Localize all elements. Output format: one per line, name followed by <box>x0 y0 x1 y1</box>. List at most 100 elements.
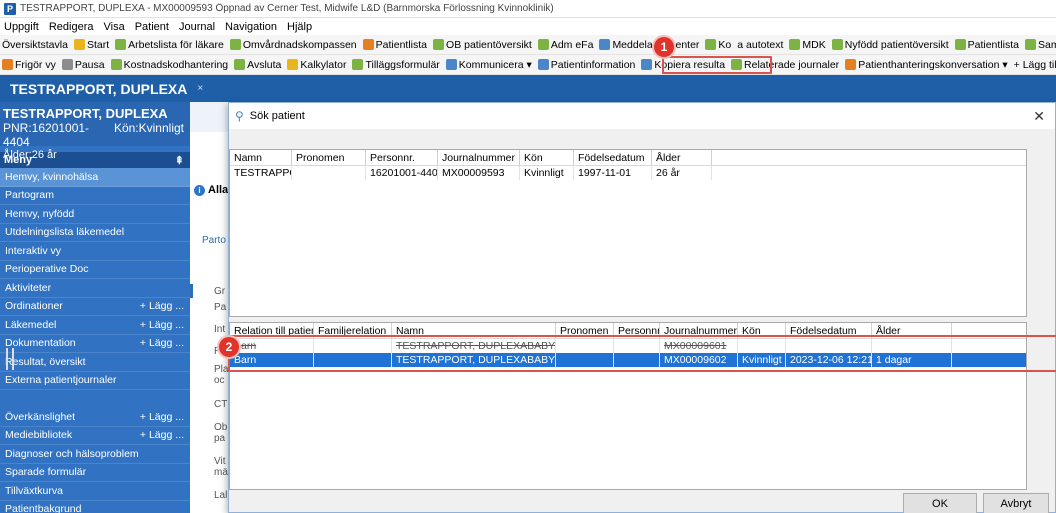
resize-grip-icon[interactable] <box>6 348 14 370</box>
sidebar-item-label: Läkemedel <box>5 318 57 331</box>
column-header[interactable]: Födelsedatum <box>574 150 652 165</box>
add-link[interactable]: + Lägg ... <box>140 300 184 312</box>
toolbar2-item-4[interactable]: Kalkylator <box>287 59 346 71</box>
column-header[interactable]: Namn <box>230 150 292 165</box>
sidebar-item[interactable]: Dokumentation + Lägg ... <box>0 335 190 353</box>
table-row[interactable]: Barn TESTRAPPORT, DUPLEXABABYA MX00009601 <box>230 339 1026 353</box>
toolbar2-item-10[interactable]: Patienthanteringskonversation ▾ <box>845 58 1008 71</box>
sidebar-item-label: Mediebibliotek <box>5 429 73 442</box>
workarea-snippet: pa <box>214 433 226 444</box>
toolbar2-item-1[interactable]: Pausa <box>61 59 105 71</box>
toolbar1-item-8[interactable]: Ko <box>705 39 731 51</box>
column-header[interactable]: Personnr. <box>614 323 660 338</box>
column-header[interactable]: Födelsedatum <box>786 323 872 338</box>
related-journals-grid: Relation till patient Familjerelation Namn… <box>228 322 1056 490</box>
toolbar2-item-0[interactable]: Frigör vy <box>2 59 56 71</box>
toolbar1-item-4[interactable]: Patientlista <box>362 39 427 51</box>
sidebar-item[interactable]: Externa patientjournaler <box>0 372 190 390</box>
table-cell <box>786 339 872 353</box>
menu-6[interactable]: Hjälp <box>287 21 312 33</box>
toolbar1-item-10[interactable]: MDK <box>789 39 826 51</box>
sidebar-item-label: Resultat, översikt <box>5 355 86 368</box>
toolbar1-item-7[interactable]: Meddelandecenter <box>599 39 699 51</box>
ok-button[interactable]: OK <box>903 493 977 513</box>
toolbar1-item-12[interactable]: Patientlista <box>954 39 1019 51</box>
sidebar-item[interactable]: Hemvy, nyfödd <box>0 205 190 224</box>
sidebar-item[interactable]: Tillväxtkurva <box>0 482 190 501</box>
toolbar1-item-13[interactable]: Samverkansöversikt <box>1025 39 1056 51</box>
add-link[interactable]: + Lägg ... <box>140 337 184 349</box>
toolbar1-item-6[interactable]: Adm eFa <box>537 39 593 51</box>
column-header[interactable]: Journalnummer <box>438 150 520 165</box>
column-header[interactable]: Kön <box>520 150 574 165</box>
column-header[interactable]: Namn <box>392 323 556 338</box>
menu-4[interactable]: Journal <box>179 21 215 33</box>
table-row[interactable]: Barn TESTRAPPORT, DUPLEXABABYB MX00009602 K… <box>230 353 1026 367</box>
sidebar-item[interactable]: Sparade formulär <box>0 464 190 482</box>
window-title: TESTRAPPORT, DUPLEXA - MX00009593 Öppnad… <box>20 3 554 14</box>
toolbar1-item-5[interactable]: OB patientöversikt <box>433 39 532 51</box>
toolbar1-item-0[interactable]: Översiktstavla <box>2 39 68 51</box>
column-header[interactable]: Relation till patient <box>230 323 314 338</box>
search-icon: ⚲ <box>235 109 244 123</box>
toolbar1-item-2[interactable]: Arbetslista för läkare <box>115 39 224 51</box>
sidebar-item[interactable]: Läkemedel + Lägg ... <box>0 316 190 335</box>
parto-tab[interactable]: Parto <box>202 235 226 246</box>
column-header[interactable]: Familjerelation <box>314 323 392 338</box>
toolbar-orange-icon <box>362 39 374 50</box>
sidebar-item[interactable]: Partogram <box>0 187 190 205</box>
sidebar-item[interactable]: Resultat, översikt <box>0 353 190 372</box>
add-link[interactable]: + Lägg ... <box>140 429 184 441</box>
patient-tab[interactable]: TESTRAPPORT, DUPLEXA × <box>0 81 203 97</box>
sidebar-item[interactable]: Överkänslighet + Lägg ... <box>0 408 190 427</box>
sidebar-item[interactable]: Diagnoser och hälsoproblem <box>0 445 190 464</box>
sidebar-item[interactable]: Interaktiv vy <box>0 242 190 261</box>
column-header[interactable]: Ålder <box>872 323 952 338</box>
table-cell: 2023-12-06 12:21 <box>786 353 872 367</box>
table-cell <box>556 339 614 353</box>
sidebar-item[interactable]: Mediebibliotek + Lägg ... <box>0 427 190 445</box>
sidebar-item[interactable]: Patientbakgrund <box>0 501 190 513</box>
column-header[interactable]: Ålder <box>652 150 712 165</box>
toolbar2-item-6[interactable]: Kommunicera ▾ <box>445 59 532 71</box>
sidebar-item[interactable]: Perioperative Doc <box>0 261 190 279</box>
toolbar2-item-11[interactable]: + Lägg till ▾ <box>1014 59 1056 71</box>
sidebar-item[interactable]: Hemvy, kvinnohälsa <box>0 168 190 187</box>
pin-icon[interactable]: ⇞ <box>175 154 184 167</box>
add-link[interactable]: + Lägg ... <box>140 319 184 331</box>
column-header[interactable]: Pronomen <box>292 150 366 165</box>
menu-2[interactable]: Visa <box>104 21 125 33</box>
dialog-close-icon[interactable]: ✕ <box>1033 108 1045 125</box>
toolbar-green-icon <box>433 39 445 50</box>
toolbar-green-icon <box>954 39 966 50</box>
add-link[interactable]: + Lägg ... <box>140 411 184 423</box>
toolbar2-item-5[interactable]: Tilläggsformulär <box>352 59 440 71</box>
toolbar1-item-11[interactable]: Nyfödd patientöversikt <box>831 39 949 51</box>
menu-3[interactable]: Patient <box>135 21 169 33</box>
toolbar1-item-1[interactable]: Start <box>73 39 109 51</box>
column-header[interactable]: Journalnummer <box>660 323 738 338</box>
toolbar-blue-icon <box>445 59 457 70</box>
toolbar1-item-9[interactable]: a autotext <box>737 39 783 51</box>
toolbar-orange-icon <box>2 59 13 70</box>
column-header[interactable]: Personnr. <box>366 150 438 165</box>
highlight-relaterade-journaler <box>662 56 772 74</box>
menu-1[interactable]: Redigera <box>49 21 94 33</box>
toolbar-grey-icon <box>61 59 73 70</box>
column-header[interactable]: Kön <box>738 323 786 338</box>
table-row[interactable]: TESTRAPPORT, DUPLEXA 16201001-4404MX00009… <box>230 166 1026 180</box>
patient-tab-close-icon[interactable]: × <box>197 83 203 94</box>
workarea-snippet: Vit <box>214 456 226 467</box>
toolbar2-item-2[interactable]: Kostnadskodhantering <box>110 59 228 71</box>
toolbar2-label-10: Patienthanteringskonversation ▾ <box>858 58 1008 71</box>
toolbar1-item-3[interactable]: Omvårdnadskompassen <box>229 39 357 51</box>
sidebar-item[interactable]: Aktiviteter <box>0 279 190 298</box>
toolbar2-item-3[interactable]: Avsluta <box>234 59 281 71</box>
menu-5[interactable]: Navigation <box>225 21 277 33</box>
cancel-button[interactable]: Avbryt <box>983 493 1049 513</box>
sidebar-item[interactable]: Ordinationer + Lägg ... <box>0 298 190 316</box>
menu-0[interactable]: Uppgift <box>4 21 39 33</box>
toolbar2-item-7[interactable]: Patientinformation <box>537 59 635 71</box>
column-header[interactable]: Pronomen <box>556 323 614 338</box>
sidebar-item[interactable]: Utdelningslista läkemedel <box>0 224 190 242</box>
